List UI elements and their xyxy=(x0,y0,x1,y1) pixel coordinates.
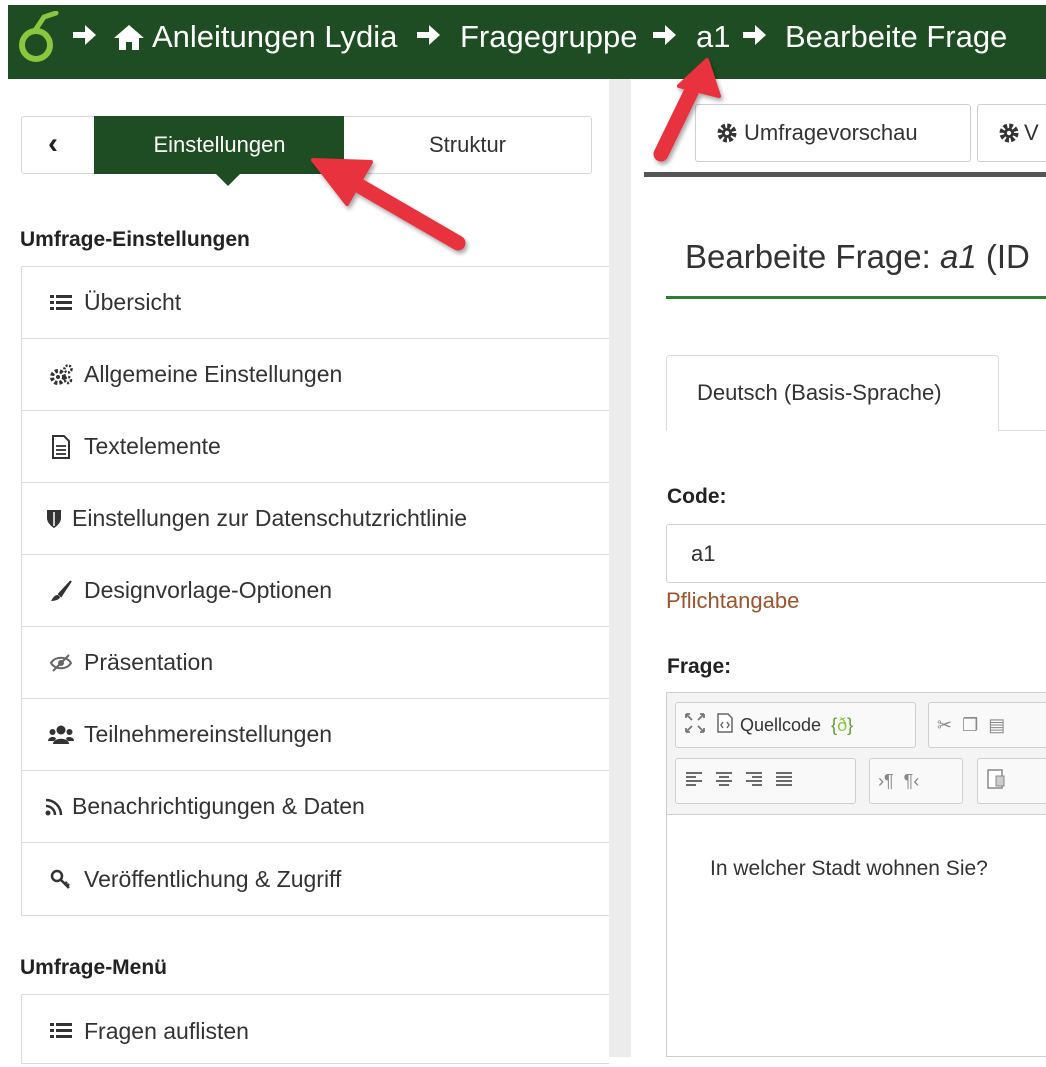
sidebar-item-privacy-policy[interactable]: Einstellungen zur Datenschutzrichtlinie xyxy=(22,483,609,555)
arrow-right-icon xyxy=(740,20,768,50)
gear-icon xyxy=(998,122,1020,144)
page-title-code: a1 xyxy=(939,238,977,275)
rss-icon xyxy=(44,794,64,820)
home-icon[interactable] xyxy=(112,22,146,52)
template-icon[interactable] xyxy=(986,768,1006,795)
maximize-icon[interactable] xyxy=(684,712,706,739)
tab-structure[interactable]: Struktur xyxy=(344,116,592,174)
sidebar-item-label: Textelemente xyxy=(84,433,221,459)
file-text-icon xyxy=(48,434,74,460)
sidebar-item-participant-settings[interactable]: Teilnehmereinstellungen xyxy=(22,699,609,771)
list-icon xyxy=(48,1018,74,1044)
tab-settings[interactable]: Einstellungen xyxy=(94,116,345,174)
tab-language-german[interactable]: Deutsch (Basis-Sprache) xyxy=(666,355,999,431)
list-icon xyxy=(48,290,74,316)
source-label: Quellcode xyxy=(740,714,822,735)
ltr-icon[interactable]: ›¶ xyxy=(878,771,894,792)
paste-icon[interactable]: ▤ xyxy=(988,715,1005,736)
sidebar-item-label: Präsentation xyxy=(84,649,214,675)
question-label: Frage: xyxy=(667,655,732,678)
cogs-icon xyxy=(48,362,74,388)
sidebar-item-label: Übersicht xyxy=(84,289,182,315)
sidebar-item-label: Designvorlage-Optionen xyxy=(84,577,333,603)
survey-menu: Fragen auflisten xyxy=(21,994,609,1064)
required-hint: Pflichtangabe xyxy=(666,588,800,613)
survey-preview-button[interactable]: Umfragevorschau xyxy=(695,104,971,162)
sidebar-item-presentation[interactable]: Präsentation xyxy=(22,627,609,699)
key-icon xyxy=(48,866,74,892)
eye-slash-icon xyxy=(48,650,74,676)
sidebar-item-list-questions[interactable]: Fragen auflisten xyxy=(22,995,609,1067)
page-title: Bearbeite Frage: a1 (ID xyxy=(685,238,1030,276)
sidebar-item-publication-access[interactable]: Veröffentlichung & Zugriff xyxy=(22,843,609,915)
page-title-suffix: (ID xyxy=(976,238,1030,275)
collapse-sidebar-button[interactable]: ‹ xyxy=(21,116,95,174)
breadcrumb-question[interactable]: a1 xyxy=(696,19,730,55)
align-left-icon[interactable] xyxy=(684,770,704,793)
gear-icon xyxy=(716,122,738,144)
section-title-survey-menu: Umfrage-Menü xyxy=(20,956,168,979)
chevron-left-icon: ‹ xyxy=(48,127,58,160)
users-icon xyxy=(48,722,74,748)
sidebar-item-general-settings[interactable]: Allgemeine Einstellungen xyxy=(22,339,609,411)
arrow-right-icon xyxy=(70,20,98,50)
code-input[interactable]: a1 xyxy=(666,524,1046,583)
editor-toolbar-group xyxy=(977,758,1046,804)
breadcrumb-current: Bearbeite Frage xyxy=(785,19,1008,54)
sidebar-divider[interactable] xyxy=(609,79,631,1057)
align-center-icon[interactable] xyxy=(714,770,734,793)
sidebar-item-label: Allgemeine Einstellungen xyxy=(84,361,343,387)
editor-toolbar-group: ✂ ❐ ▤ xyxy=(928,702,1046,748)
section-title-survey-settings: Umfrage-Einstellungen xyxy=(20,228,250,251)
arrow-right-icon xyxy=(414,20,442,50)
editor-toolbar-group: ›¶ ¶‹ xyxy=(869,758,963,804)
code-label: Code: xyxy=(667,485,727,508)
arrow-right-icon xyxy=(650,20,678,50)
question-group-preview-button[interactable]: V xyxy=(977,104,1046,162)
editor-toolbar-group xyxy=(675,758,856,804)
survey-settings-menu: Übersicht Allgemeine Einstellungen Texte… xyxy=(21,266,609,916)
sidebar-item-overview[interactable]: Übersicht xyxy=(22,267,609,339)
sidebar-item-label: Fragen auflisten xyxy=(84,1017,249,1044)
source-button[interactable]: Quellcode xyxy=(716,712,822,738)
sidebar-item-label: Teilnehmereinstellungen xyxy=(84,721,333,747)
limesurvey-logo-icon[interactable] xyxy=(16,10,62,67)
editor-toolbar-group: Quellcode {ð} xyxy=(675,702,916,748)
source-icon xyxy=(716,712,734,738)
paintbrush-icon xyxy=(48,578,74,604)
question-group-preview-label: V xyxy=(1024,120,1039,145)
copy-icon[interactable]: ❐ xyxy=(962,715,978,736)
align-justify-icon[interactable] xyxy=(774,770,794,793)
toolbar-divider xyxy=(644,172,1046,177)
page-title-prefix: Bearbeite Frage: xyxy=(685,238,940,275)
survey-preview-label: Umfragevorschau xyxy=(744,120,918,145)
active-tab-pointer xyxy=(215,173,241,186)
breadcrumb-group[interactable]: Fragegruppe xyxy=(460,19,638,55)
align-right-icon[interactable] xyxy=(744,770,764,793)
sidebar-item-text-elements[interactable]: Textelemente xyxy=(22,411,609,483)
sidebar-item-label: Einstellungen zur Datenschutzrichtlinie xyxy=(72,505,468,531)
sidebar-item-label: Veröffentlichung & Zugriff xyxy=(84,865,342,892)
sidebar-item-theme-options[interactable]: Designvorlage-Optionen xyxy=(22,555,609,627)
title-underline xyxy=(666,296,1046,299)
shield-icon xyxy=(44,506,64,532)
breadcrumb-survey[interactable]: Anleitungen Lydia xyxy=(152,19,397,55)
sidebar-item-notifications-data[interactable]: Benachrichtigungen & Daten xyxy=(22,771,609,843)
tab-baseline xyxy=(999,430,1046,431)
question-text: In welcher Stadt wohnen Sie? xyxy=(710,857,988,880)
cut-icon[interactable]: ✂ xyxy=(937,715,952,736)
rtl-icon[interactable]: ¶‹ xyxy=(904,771,920,792)
expression-icon[interactable]: {ð} xyxy=(831,715,853,736)
sidebar-item-label: Benachrichtigungen & Daten xyxy=(72,793,365,819)
